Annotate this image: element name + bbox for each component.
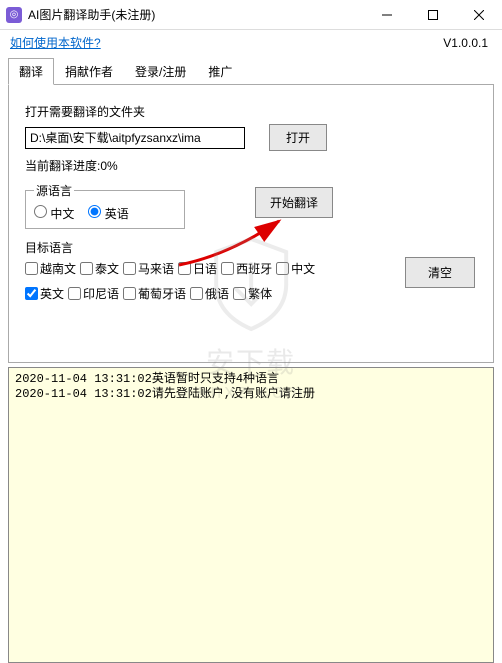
window-title: AI图片翻译助手(未注册) — [28, 6, 364, 23]
chk-japanese[interactable]: 日语 — [178, 260, 217, 277]
radio-english[interactable]: 英语 — [88, 205, 128, 222]
chk-malay[interactable]: 马来语 — [123, 260, 174, 277]
folder-path-input[interactable] — [25, 127, 245, 149]
chk-portuguese[interactable]: 葡萄牙语 — [123, 285, 186, 302]
minimize-button[interactable] — [364, 0, 410, 30]
tab-donate[interactable]: 捐献作者 — [54, 58, 124, 85]
tab-translate[interactable]: 翻译 — [8, 58, 54, 85]
app-icon: ◎ — [6, 7, 22, 23]
progress-label: 当前翻译进度:0% — [25, 157, 477, 174]
help-link[interactable]: 如何使用本软件? — [10, 34, 101, 51]
target-language-label: 目标语言 — [25, 239, 477, 256]
chk-traditional[interactable]: 繁体 — [233, 285, 272, 302]
chk-english[interactable]: 英文 — [25, 285, 64, 302]
chk-vietnamese[interactable]: 越南文 — [25, 260, 76, 277]
source-legend: 源语言 — [34, 182, 74, 199]
titlebar: ◎ AI图片翻译助手(未注册) — [0, 0, 502, 30]
chk-chinese[interactable]: 中文 — [276, 260, 315, 277]
open-folder-label: 打开需要翻译的文件夹 — [25, 103, 477, 120]
chk-russian[interactable]: 俄语 — [190, 285, 229, 302]
chk-thai[interactable]: 泰文 — [80, 260, 119, 277]
tab-login[interactable]: 登录/注册 — [124, 58, 197, 85]
chk-spanish[interactable]: 西班牙 — [221, 260, 272, 277]
log-output[interactable]: 2020-11-04 13:31:02英语暂时只支持4种语言 2020-11-0… — [8, 367, 494, 663]
path-row: 打开 — [25, 124, 477, 151]
main-panel: 打开需要翻译的文件夹 打开 当前翻译进度:0% 源语言 中文 英语 开始翻译 目… — [8, 85, 494, 363]
maximize-button[interactable] — [410, 0, 456, 30]
source-language-group: 源语言 中文 英语 — [25, 182, 185, 229]
start-translate-button[interactable]: 开始翻译 — [255, 187, 333, 218]
top-row: 如何使用本软件? V1.0.0.1 — [0, 30, 502, 51]
window-buttons — [364, 0, 502, 29]
open-button[interactable]: 打开 — [269, 124, 327, 151]
version-label: V1.0.0.1 — [443, 36, 492, 50]
tab-promote[interactable]: 推广 — [197, 58, 243, 85]
close-button[interactable] — [456, 0, 502, 30]
radio-chinese[interactable]: 中文 — [34, 205, 74, 222]
clear-button[interactable]: 清空 — [405, 257, 475, 288]
chk-indonesian[interactable]: 印尼语 — [68, 285, 119, 302]
tab-bar: 翻译 捐献作者 登录/注册 推广 — [8, 57, 494, 85]
